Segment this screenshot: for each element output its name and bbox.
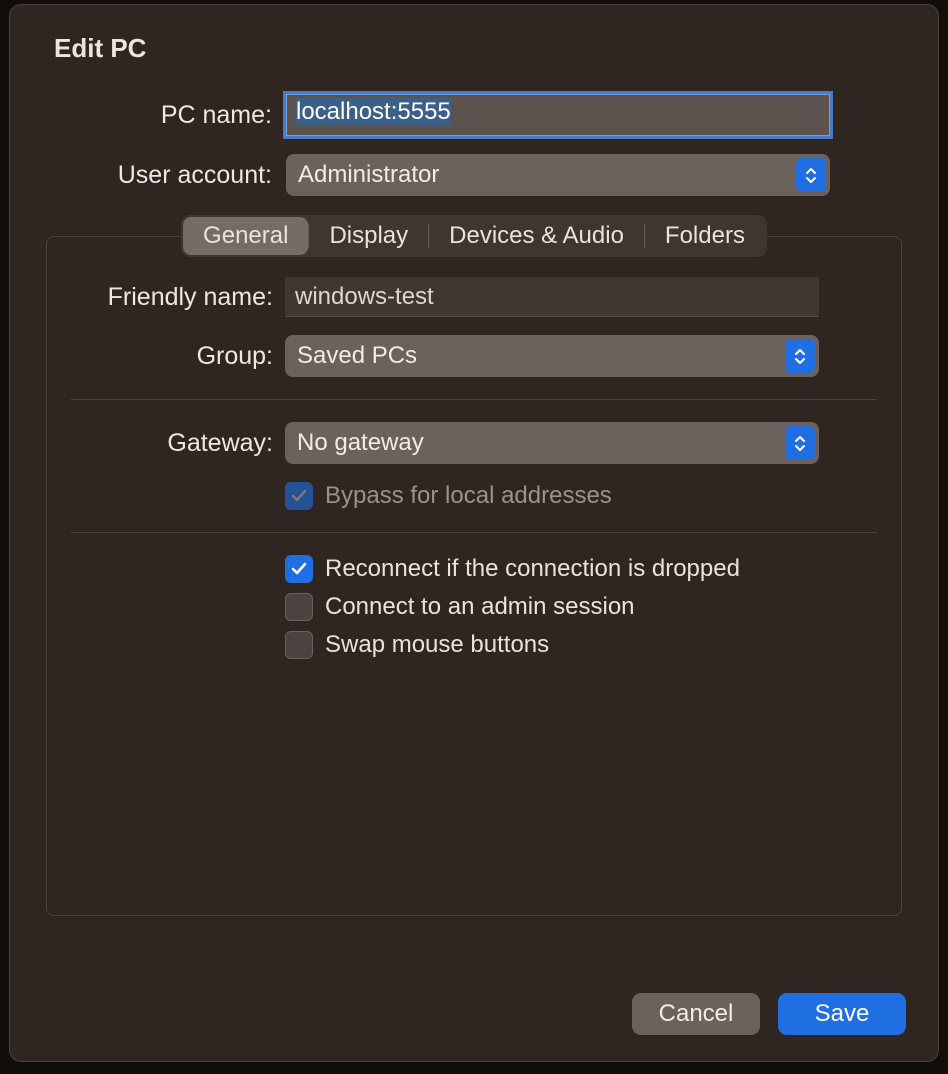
friendly-name-label: Friendly name:: [71, 283, 285, 312]
bypass-label: Bypass for local addresses: [325, 482, 612, 510]
tab-general[interactable]: General: [183, 217, 308, 255]
user-account-label: User account:: [54, 161, 286, 190]
pc-name-label: PC name:: [54, 101, 286, 130]
top-form: PC name: localhost:5555 User account: Ad…: [10, 94, 938, 196]
tab-devices-audio[interactable]: Devices & Audio: [429, 217, 644, 255]
swap-mouse-label: Swap mouse buttons: [325, 631, 549, 659]
group-select[interactable]: Saved PCs: [285, 335, 819, 377]
gateway-value: No gateway: [297, 429, 424, 457]
user-account-select[interactable]: Administrator: [286, 154, 830, 196]
reconnect-label: Reconnect if the connection is dropped: [325, 555, 740, 583]
pc-name-input[interactable]: localhost:5555: [286, 94, 830, 136]
gateway-label: Gateway:: [71, 429, 285, 458]
reconnect-checkbox[interactable]: [285, 555, 313, 583]
updown-icon: [785, 426, 815, 460]
gateway-select[interactable]: No gateway: [285, 422, 819, 464]
group-value: Saved PCs: [297, 342, 417, 370]
settings-panel: General Display Devices & Audio Folders …: [46, 236, 902, 916]
edit-pc-dialog: Edit PC PC name: localhost:5555 User acc…: [9, 4, 939, 1062]
tab-folders[interactable]: Folders: [645, 217, 765, 255]
user-account-value: Administrator: [298, 161, 439, 189]
save-button[interactable]: Save: [778, 993, 906, 1035]
tab-bar: General Display Devices & Audio Folders: [181, 215, 767, 257]
friendly-name-input[interactable]: [285, 277, 819, 317]
pc-name-value: localhost:5555: [296, 97, 451, 126]
admin-session-checkbox[interactable]: [285, 593, 313, 621]
divider: [71, 399, 877, 400]
updown-icon: [796, 158, 826, 192]
dialog-title: Edit PC: [10, 5, 938, 64]
swap-mouse-checkbox[interactable]: [285, 631, 313, 659]
cancel-button[interactable]: Cancel: [632, 993, 760, 1035]
group-label: Group:: [71, 342, 285, 371]
divider: [71, 532, 877, 533]
dialog-actions: Cancel Save: [632, 993, 906, 1035]
updown-icon: [785, 339, 815, 373]
bypass-checkbox: [285, 482, 313, 510]
tab-display[interactable]: Display: [309, 217, 428, 255]
admin-session-label: Connect to an admin session: [325, 593, 635, 621]
